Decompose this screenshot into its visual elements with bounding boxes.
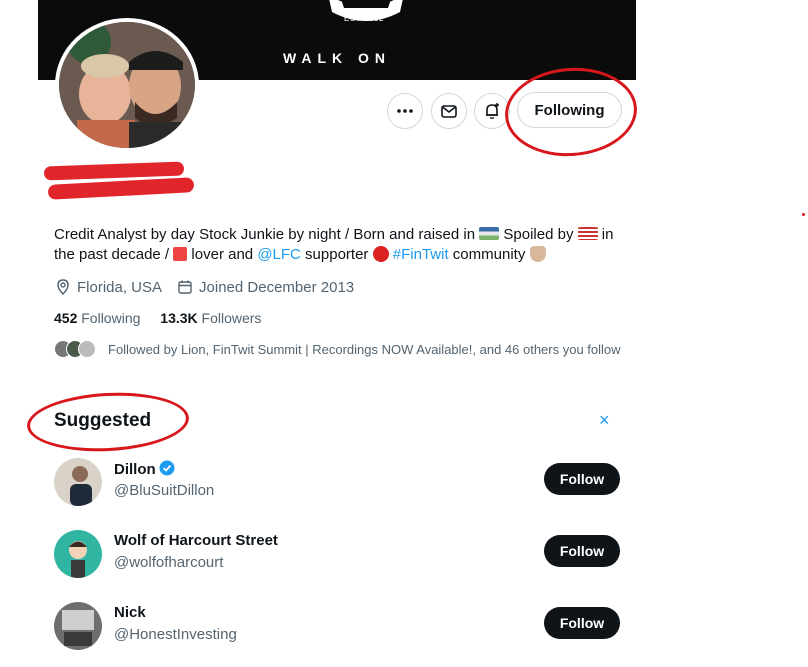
joined-date: Joined December 2013	[199, 278, 355, 296]
crest-text: EST·1892	[344, 14, 385, 23]
us-flag-icon	[577, 227, 598, 240]
flag-icon	[479, 227, 500, 240]
popcorn-icon	[173, 247, 188, 261]
bio-text: Spoiled by	[499, 226, 578, 243]
bell-plus-icon	[486, 103, 499, 119]
user-name[interactable]: Dillon	[114, 460, 175, 478]
avatar-photo	[54, 458, 102, 506]
following-count: 452	[54, 310, 78, 326]
following-label: Following	[77, 310, 141, 326]
mention-link[interactable]: @LFC	[257, 246, 301, 263]
red-circle-icon	[372, 246, 389, 262]
bio-text: lover and	[187, 246, 258, 263]
close-suggested-button[interactable]: ×	[599, 410, 610, 431]
more-dots-icon	[397, 109, 413, 113]
follow-button[interactable]: Follow	[544, 535, 620, 567]
bio-text: Credit Analyst by day Stock Junkie by ni…	[54, 226, 480, 243]
annotation-dot	[802, 213, 805, 216]
praying-hands-icon	[529, 246, 546, 262]
user-handle[interactable]: @wolfofharcourt	[114, 554, 223, 571]
follow-counts: 452 Following 13.3K Followers	[54, 310, 261, 326]
followers-count: 13.3K	[160, 310, 198, 326]
followers-label: Followers	[197, 310, 262, 326]
more-options-button[interactable]	[387, 93, 423, 129]
location-pin-icon	[57, 279, 69, 296]
user-name-text: Dillon	[114, 461, 156, 478]
profile-bio: Credit Analyst by day Stock Junkie by ni…	[54, 225, 624, 265]
avatar-photo	[54, 602, 102, 650]
user-name[interactable]: Wolf of Harcourt Street	[114, 532, 278, 549]
bio-text: supporter	[300, 246, 373, 263]
follow-button[interactable]: Follow	[544, 463, 620, 495]
redaction-mark	[43, 161, 185, 181]
calendar-icon	[178, 280, 192, 294]
mini-avatar	[78, 340, 96, 358]
verified-badge-icon	[159, 460, 175, 476]
followers-count-link[interactable]: 13.3K Followers	[160, 310, 261, 326]
suggested-user-row[interactable]: Wolf of Harcourt Street @wolfofharcourt …	[54, 530, 620, 580]
user-avatar[interactable]	[54, 458, 102, 506]
suggested-user-row[interactable]: Nick @HonestInvesting Follow	[54, 602, 620, 652]
bio-text: community	[448, 246, 530, 263]
user-avatar[interactable]	[54, 602, 102, 650]
followed-by[interactable]: Followed by Lion, FinTwit Summit | Recor…	[54, 340, 621, 358]
location-text: Florida, USA	[77, 278, 163, 296]
redaction-mark	[47, 177, 195, 200]
hashtag-link[interactable]: #FinTwit	[393, 246, 449, 263]
user-avatar[interactable]	[54, 530, 102, 578]
message-button[interactable]	[431, 93, 467, 129]
user-handle[interactable]: @HonestInvesting	[114, 626, 237, 643]
profile-meta: Florida, USA Joined December 2013	[54, 278, 358, 296]
avatar-photo	[59, 22, 195, 148]
following-count-link[interactable]: 452 Following	[54, 310, 140, 326]
follow-button[interactable]: Follow	[544, 607, 620, 639]
avatar-photo	[54, 530, 102, 578]
profile-avatar[interactable]	[55, 18, 199, 152]
suggested-user-row[interactable]: Dillon @BluSuitDillon Follow	[54, 458, 620, 508]
followed-by-text: Followed by Lion, FinTwit Summit | Recor…	[108, 341, 621, 357]
envelope-icon	[441, 105, 457, 118]
user-name[interactable]: Nick	[114, 604, 146, 621]
annotation-circle	[25, 388, 191, 456]
user-handle[interactable]: @BluSuitDillon	[114, 482, 214, 499]
